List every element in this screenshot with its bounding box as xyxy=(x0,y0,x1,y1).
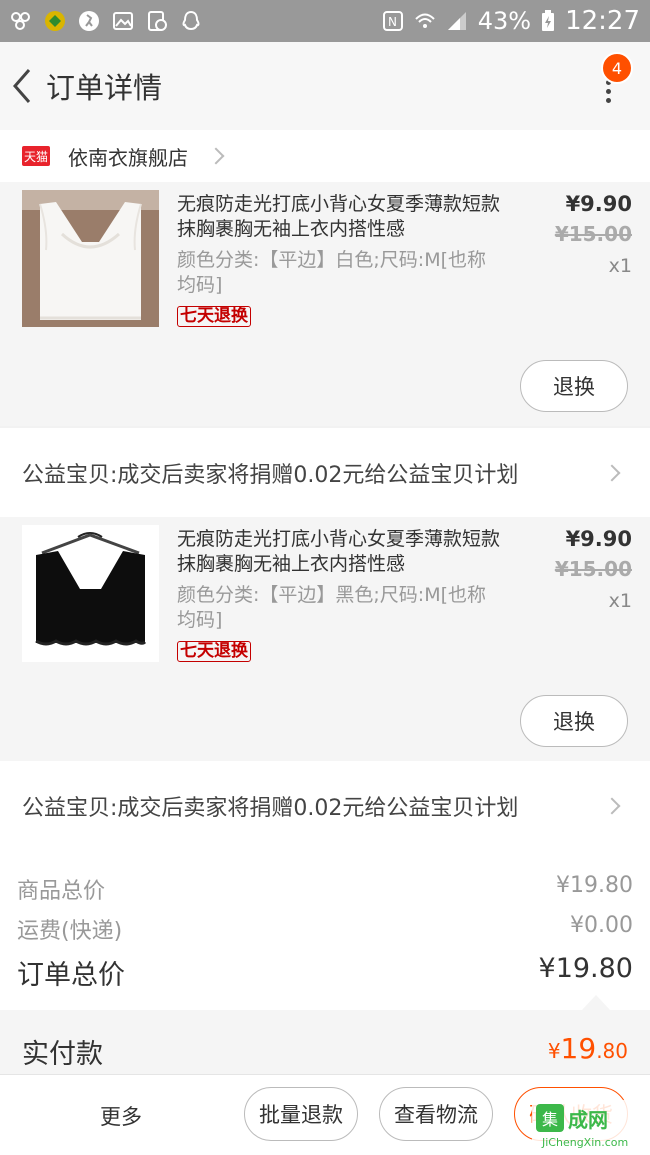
watermark-text: 成网 xyxy=(568,1108,608,1132)
chevron-right-icon xyxy=(603,464,621,482)
signal-percent: 43% xyxy=(477,7,532,35)
seven-day-return-tag: 七天退换 xyxy=(177,306,251,327)
chevron-right-icon xyxy=(603,797,621,815)
image-icon xyxy=(113,12,133,30)
svg-text:N: N xyxy=(388,15,397,29)
order-total-label: 订单总价 xyxy=(17,960,125,991)
charity-row[interactable]: 公益宝贝:成交后卖家将捐赠0.02元给公益宝贝计划 xyxy=(0,761,650,851)
app-icon xyxy=(45,11,65,31)
nav-bar: 订单详情 4 xyxy=(0,42,650,130)
item-original-price: ¥15.00 xyxy=(554,557,632,581)
actual-payment-value: ¥19.80 xyxy=(548,1032,628,1065)
view-logistics-button[interactable]: 查看物流 xyxy=(379,1087,493,1141)
product-title[interactable]: 无痕防走光打底小背心女夏季薄款短款抹胸裹胸无袖上衣内搭性感 xyxy=(177,527,507,577)
currency-symbol: ¥ xyxy=(547,1039,561,1063)
notification-badge: 4 xyxy=(601,52,633,84)
goods-total-row: 商品总价 ¥19.80 xyxy=(17,873,633,905)
page-title: 订单详情 xyxy=(46,71,163,105)
qq-icon xyxy=(182,10,200,31)
signal-icon xyxy=(447,12,466,30)
app-icon xyxy=(11,12,30,30)
item-original-price: ¥15.00 xyxy=(554,222,632,246)
product-sku: 颜色分类:【平边】白色;尺码:M[也称均码] xyxy=(177,249,487,296)
battery-icon xyxy=(542,10,555,31)
nfc-icon: N xyxy=(382,11,403,31)
shipping-row: 运费(快递) ¥0.00 xyxy=(17,913,633,945)
goods-total-value: ¥19.80 xyxy=(556,873,633,898)
status-bar: N 43% 12:27 xyxy=(0,0,650,42)
order-item[interactable]: 无痕防走光打底小背心女夏季薄款短款抹胸裹胸无袖上衣内搭性感 颜色分类:【平边】黑… xyxy=(0,517,650,761)
batch-refund-button[interactable]: 批量退款 xyxy=(244,1087,358,1141)
amount-decimal: .80 xyxy=(596,1039,628,1063)
item-price: ¥9.90 xyxy=(565,192,632,216)
item-quantity: x1 xyxy=(608,590,632,612)
shop-name: 依南衣旗舰店 xyxy=(68,145,188,170)
app-icon xyxy=(79,11,99,31)
item-quantity: x1 xyxy=(608,255,632,277)
chevron-left-icon xyxy=(13,69,31,103)
order-item[interactable]: 无痕防走光打底小背心女夏季薄款短款抹胸裹胸无袖上衣内搭性感 颜色分类:【平边】白… xyxy=(0,182,650,426)
wifi-icon xyxy=(415,13,435,28)
charity-text: 公益宝贝:成交后卖家将捐赠0.02元给公益宝贝计划 xyxy=(22,796,519,821)
shipping-label: 运费(快递) xyxy=(17,919,123,944)
shipping-value: ¥0.00 xyxy=(570,913,633,938)
watermark-url: JiChengXin.com xyxy=(542,1136,629,1149)
product-image-black-top[interactable] xyxy=(22,525,159,662)
actual-payment-row: 实付款 ¥19.80 xyxy=(0,1010,650,1074)
product-title[interactable]: 无痕防走光打底小背心女夏季薄款短款抹胸裹胸无袖上衣内搭性感 xyxy=(177,192,507,242)
app-icon xyxy=(148,11,167,31)
clock: 12:27 xyxy=(565,6,640,36)
product-sku: 颜色分类:【平边】黑色;尺码:M[也称均码] xyxy=(177,584,487,631)
chevron-right-icon xyxy=(207,147,225,165)
refund-button[interactable]: 退换 xyxy=(520,695,628,747)
amount-integer: 19 xyxy=(560,1032,597,1065)
price-summary: 商品总价 ¥19.80 运费(快递) ¥0.00 订单总价 ¥19.80 xyxy=(0,845,650,1010)
back-button[interactable] xyxy=(2,42,42,130)
charity-text: 公益宝贝:成交后卖家将捐赠0.02元给公益宝贝计划 xyxy=(22,463,519,488)
order-total-row: 订单总价 ¥19.80 xyxy=(17,953,633,992)
seven-day-return-tag: 七天退换 xyxy=(177,641,251,662)
order-total-value: ¥19.80 xyxy=(538,953,633,984)
actual-payment-label: 实付款 xyxy=(22,1039,103,1070)
pointer-triangle xyxy=(582,995,610,1010)
watermark: 集 成网 JiChengXin.com xyxy=(532,1100,650,1155)
product-image-white-top[interactable] xyxy=(22,190,159,327)
more-button[interactable]: 更多 xyxy=(100,1101,142,1131)
item-price: ¥9.90 xyxy=(565,527,632,551)
shop-row[interactable]: 天猫 依南衣旗舰店 xyxy=(0,130,650,182)
refund-button[interactable]: 退换 xyxy=(520,360,628,412)
charity-row[interactable]: 公益宝贝:成交后卖家将捐赠0.02元给公益宝贝计划 xyxy=(0,428,650,518)
tmall-badge: 天猫 xyxy=(22,146,50,166)
goods-total-label: 商品总价 xyxy=(17,879,106,904)
watermark-logo: 集 xyxy=(536,1104,564,1132)
